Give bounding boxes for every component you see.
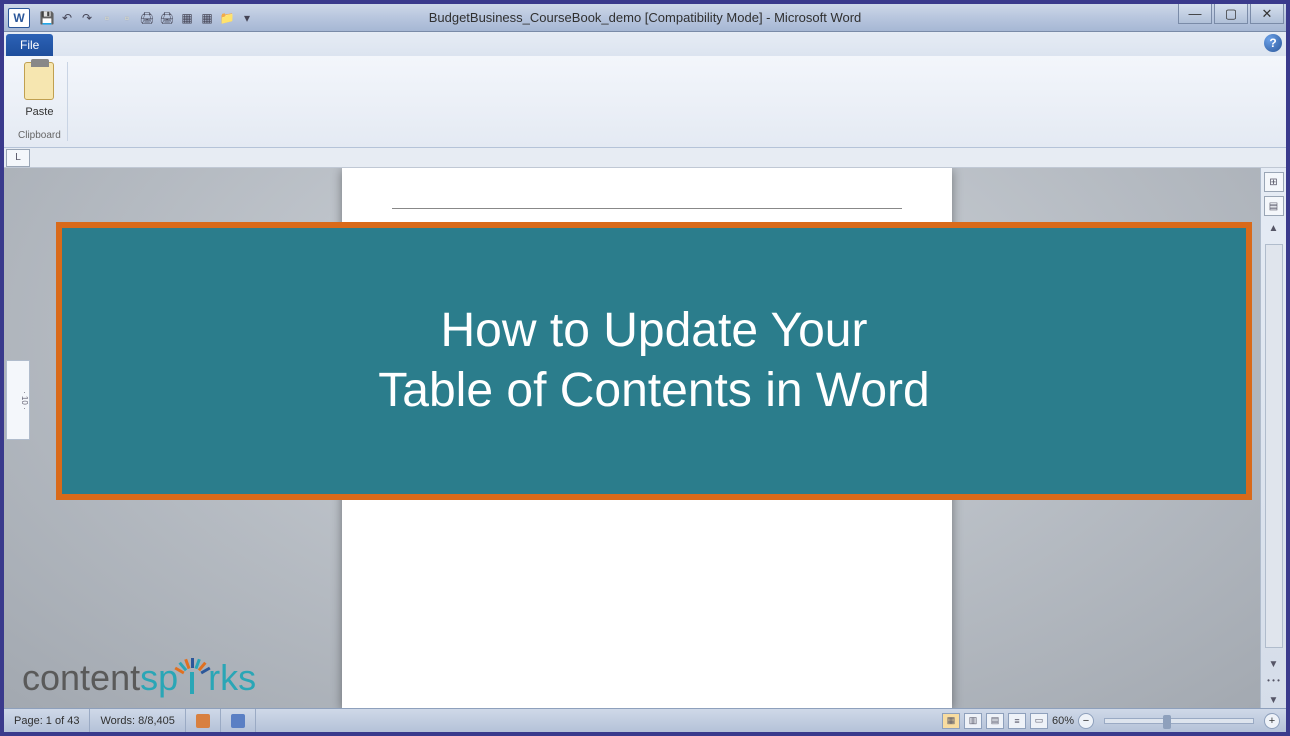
statusbar: Page: 1 of 43 Words: 8/8,405 ▦ ▥ ▤ ≡ ▭ 6…	[4, 708, 1286, 732]
view-outline-icon[interactable]: ≡	[1008, 713, 1026, 729]
zoom-slider[interactable]	[1104, 718, 1254, 724]
paste-icon[interactable]	[24, 62, 54, 100]
scroll-up-icon[interactable]: ▲	[1264, 220, 1284, 236]
minimize-button[interactable]: —	[1178, 4, 1212, 24]
ribbon: Paste Clipboard	[4, 56, 1286, 148]
zoom-thumb[interactable]	[1163, 715, 1171, 729]
tutorial-banner: How to Update Your Table of Contents in …	[56, 222, 1252, 500]
quick-access-toolbar: 💾 ↶ ↷ ▫ ▫ 🖨 🖨 ▦ ▦ 📁 ▾	[38, 9, 256, 27]
open-folder-icon[interactable]: 📁	[218, 9, 236, 27]
titlebar: W 💾 ↶ ↷ ▫ ▫ 🖨 🖨 ▦ ▦ 📁 ▾ BudgetBusiness_C…	[4, 4, 1286, 32]
right-side-pane: ⊞ ▤ ▲ ▼ • • • ▼	[1260, 168, 1286, 708]
tool-icon[interactable]: ▦	[178, 9, 196, 27]
ruler-corner[interactable]: L	[6, 149, 30, 167]
scroll-down-icon[interactable]: ▼	[1264, 656, 1284, 672]
clipboard-caption: Clipboard	[18, 130, 61, 141]
new-doc-icon[interactable]: ▫	[98, 9, 116, 27]
zoom-in-button[interactable]: +	[1264, 713, 1280, 729]
next-page-icon[interactable]: ▼	[1264, 692, 1284, 708]
zoom-out-button[interactable]: −	[1078, 713, 1094, 729]
paste-button[interactable]: Paste	[25, 106, 53, 118]
save-icon[interactable]: 💾	[38, 9, 56, 27]
proofing-icon	[196, 714, 210, 728]
window-controls: — ▢ ✕	[1178, 4, 1284, 24]
ruler-toggle-icon[interactable]: ⊞	[1264, 172, 1284, 192]
ribbon-tabs: File	[4, 32, 1286, 56]
new-doc2-icon[interactable]: ▫	[118, 9, 136, 27]
undo-icon[interactable]: ↶	[58, 9, 76, 27]
word-app-icon[interactable]: W	[8, 8, 30, 28]
vertical-scrollbar[interactable]	[1265, 244, 1283, 648]
logo-part1: content	[22, 657, 140, 699]
maximize-button[interactable]: ▢	[1214, 4, 1248, 24]
clipboard-group: Paste Clipboard	[12, 62, 68, 141]
status-words[interactable]: Words: 8/8,405	[90, 709, 185, 732]
banner-text: How to Update Your Table of Contents in …	[378, 301, 929, 421]
view-print-layout-icon[interactable]: ▦	[942, 713, 960, 729]
print-preview-icon[interactable]: 🖨	[158, 9, 176, 27]
logo-part3: rks	[208, 657, 256, 699]
view-draft-icon[interactable]: ▭	[1030, 713, 1048, 729]
view-web-icon[interactable]: ▤	[986, 713, 1004, 729]
contentsparks-logo: contentsprks	[22, 656, 256, 700]
help-icon[interactable]: ?	[1264, 34, 1282, 52]
print-icon[interactable]: 🖨	[138, 9, 156, 27]
macro-icon	[231, 714, 245, 728]
qat-dropdown-icon[interactable]: ▾	[238, 9, 256, 27]
status-right: ▦ ▥ ▤ ≡ ▭ 60% − +	[942, 713, 1280, 729]
status-page[interactable]: Page: 1 of 43	[4, 709, 90, 732]
side-tool-icon[interactable]: ▤	[1264, 196, 1284, 216]
logo-part2: sp	[140, 657, 178, 699]
document-workspace: · 10 · TABLE OF CONTENTS INTRODUCTION – …	[4, 168, 1286, 708]
browse-object-icon[interactable]: • • •	[1264, 676, 1284, 688]
spark-icon	[176, 656, 210, 700]
status-proofing[interactable]	[186, 709, 221, 732]
file-tab[interactable]: File	[6, 34, 53, 56]
banner-line1: How to Update Your	[441, 304, 868, 357]
zoom-level[interactable]: 60%	[1052, 715, 1074, 727]
redo-icon[interactable]: ↷	[78, 9, 96, 27]
page-divider	[392, 208, 902, 209]
horizontal-ruler[interactable]: L	[4, 148, 1286, 168]
view-fullscreen-icon[interactable]: ▥	[964, 713, 982, 729]
status-macro[interactable]	[221, 709, 256, 732]
close-button[interactable]: ✕	[1250, 4, 1284, 24]
banner-line2: Table of Contents in Word	[378, 364, 929, 417]
tool2-icon[interactable]: ▦	[198, 9, 216, 27]
vertical-ruler[interactable]: · 10 ·	[6, 360, 30, 440]
